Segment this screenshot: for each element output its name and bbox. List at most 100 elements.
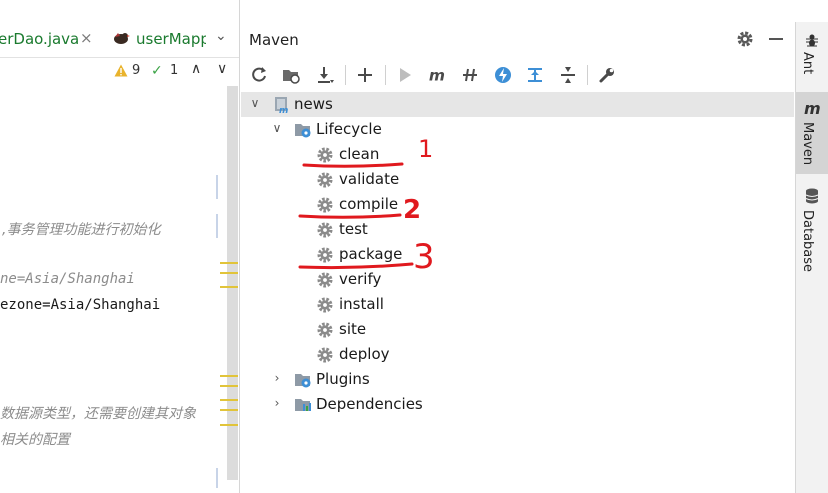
code-line[interactable]: 数据源类型，还需要创建其对象 <box>0 403 196 423</box>
svg-text:m: m <box>279 106 288 114</box>
maven-projects-tree: ∨ m news ∨ Lifecycle clean validate compil… <box>241 92 794 492</box>
editor-pane: erDao.java × userMapp ⌄ 9 ✓ 1 ∧ ∨ ,事务管理功… <box>0 0 240 493</box>
warning-stripe-marker[interactable] <box>220 375 238 377</box>
goal-label: compile <box>339 195 399 213</box>
goal-label: package <box>339 245 403 263</box>
dependencies-folder-icon <box>295 399 311 411</box>
tree-row-project[interactable]: ∨ m news <box>241 92 794 117</box>
tree-row-goal-verify[interactable]: verify <box>241 267 794 292</box>
tree-row-goal-site[interactable]: site <box>241 317 794 342</box>
editor-tab-userdao[interactable]: erDao.java <box>0 30 79 48</box>
tree-row-goal-deploy[interactable]: deploy <box>241 342 794 367</box>
svg-text:m: m <box>429 66 445 84</box>
goal-label: site <box>339 320 367 338</box>
goal-label: deploy <box>339 345 390 363</box>
next-highlight-icon[interactable]: ∨ <box>217 61 227 77</box>
warning-stripe-marker[interactable] <box>220 286 238 288</box>
warning-stripe-marker[interactable] <box>220 424 238 426</box>
maven-toolbar: m <box>241 60 794 90</box>
tree-row-plugins[interactable]: › Plugins <box>241 367 794 392</box>
goal-gear-icon <box>317 272 333 288</box>
goal-label: validate <box>339 170 400 188</box>
tree-row-goal-clean[interactable]: clean <box>241 142 794 167</box>
warning-stripe-marker[interactable] <box>220 409 238 411</box>
database-icon <box>805 188 819 204</box>
warning-icon <box>114 64 128 77</box>
editor-tab-bar: erDao.java × userMapp ⌄ <box>0 22 239 58</box>
show-dependencies-icon[interactable] <box>523 63 547 87</box>
maven-project-icon: m <box>275 97 288 114</box>
collapse-chevron-icon[interactable]: › <box>271 396 283 410</box>
reload-icon[interactable] <box>247 63 271 87</box>
tree-label: news <box>294 95 333 113</box>
generate-sources-icon[interactable] <box>279 63 303 87</box>
download-icon[interactable] <box>313 63 337 87</box>
gear-icon[interactable] <box>735 29 755 49</box>
tree-row-goal-compile[interactable]: compile <box>241 192 794 217</box>
goal-gear-icon <box>317 172 333 188</box>
tree-label: Dependencies <box>316 395 423 413</box>
goal-label: verify <box>339 270 382 288</box>
execute-goal-icon[interactable]: m <box>426 63 450 87</box>
settings-wrench-icon[interactable] <box>595 63 619 87</box>
gutter-fold-marker <box>216 175 218 199</box>
stripe-label: Database <box>800 210 815 273</box>
warning-stripe-marker[interactable] <box>220 399 238 401</box>
warning-stripe-marker[interactable] <box>220 262 238 264</box>
goal-gear-icon <box>317 297 333 313</box>
close-tab-icon[interactable]: × <box>80 29 93 47</box>
goal-label: install <box>339 295 384 313</box>
tree-row-lifecycle[interactable]: ∨ Lifecycle <box>241 117 794 142</box>
toolbar-separator <box>587 65 588 85</box>
passed-count: 1 <box>170 63 179 78</box>
editor-tab-usermapper[interactable]: userMapp <box>136 30 206 48</box>
tab-overflow-chevron-icon[interactable]: ⌄ <box>215 28 227 44</box>
editor-scrollbar[interactable] <box>227 86 238 480</box>
lifecycle-folder-icon <box>295 124 311 138</box>
warning-count: 9 <box>132 63 141 78</box>
toolbar-separator <box>345 65 346 85</box>
plugins-folder-icon <box>295 374 311 388</box>
goal-gear-icon <box>317 222 333 238</box>
warning-stripe-marker[interactable] <box>220 385 238 387</box>
expand-chevron-icon[interactable]: ∨ <box>249 96 261 110</box>
maven-title: Maven <box>249 31 299 49</box>
gutter-fold-marker <box>216 468 218 488</box>
code-line[interactable]: ne=Asia/Shanghai <box>0 271 135 287</box>
tree-row-goal-test[interactable]: test <box>241 217 794 242</box>
code-line[interactable]: 相关的配置 <box>0 429 70 449</box>
goal-label: clean <box>339 145 380 163</box>
gutter-fold-marker <box>216 214 218 238</box>
double-check-icon: ✓ <box>151 63 163 79</box>
goal-gear-icon <box>317 197 333 213</box>
goal-label: test <box>339 220 368 238</box>
collapse-chevron-icon[interactable]: › <box>271 371 283 385</box>
code-line[interactable]: ,事务管理功能进行初始化 <box>2 219 160 239</box>
database-tool-button[interactable]: Database <box>796 182 828 272</box>
minimize-icon[interactable] <box>769 38 783 40</box>
maven-tool-window: Maven m ∨ m news ∨ Lifecycle clean valid… <box>241 22 794 493</box>
tree-label: Lifecycle <box>316 120 382 138</box>
tree-row-goal-install[interactable]: install <box>241 292 794 317</box>
svg-text:m: m <box>804 100 820 116</box>
right-tool-stripe: Ant m Maven Database <box>795 22 828 493</box>
warning-stripe-marker[interactable] <box>220 272 238 274</box>
expand-chevron-icon[interactable]: ∨ <box>271 121 283 135</box>
code-line[interactable]: ezone=Asia/Shanghai <box>0 297 160 313</box>
run-icon[interactable] <box>393 63 417 87</box>
goal-gear-icon <box>317 147 333 163</box>
goal-gear-icon <box>317 322 333 338</box>
stripe-label: Maven <box>800 122 815 166</box>
tree-row-dependencies[interactable]: › Dependencies <box>241 392 794 417</box>
tree-row-goal-package[interactable]: package <box>241 242 794 267</box>
tree-row-goal-validate[interactable]: validate <box>241 167 794 192</box>
add-icon[interactable] <box>353 63 377 87</box>
toolbar-separator <box>385 65 386 85</box>
maven-tool-button[interactable]: m Maven <box>796 92 828 174</box>
collapse-all-icon[interactable] <box>556 63 580 87</box>
ant-tool-button[interactable]: Ant <box>796 28 828 92</box>
previous-highlight-icon[interactable]: ∧ <box>191 61 201 77</box>
skip-tests-icon[interactable] <box>491 63 515 87</box>
toggle-offline-icon[interactable] <box>458 63 482 87</box>
inspection-widget[interactable]: 9 ✓ 1 ∧ ∨ <box>0 58 239 86</box>
